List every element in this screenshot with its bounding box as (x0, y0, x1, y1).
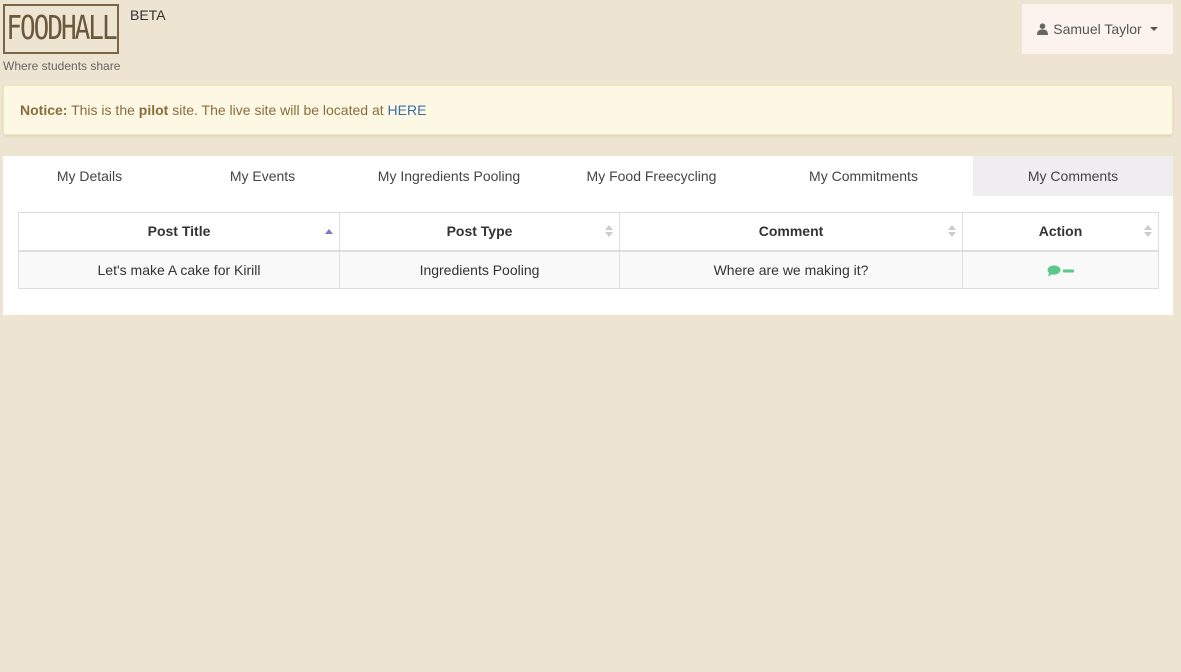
tab-my-details[interactable]: My Details (3, 156, 176, 196)
column-header-label: Comment (758, 223, 824, 240)
column-header-label: Action (1038, 223, 1083, 240)
tagline: Where students share (3, 59, 121, 73)
logo-text: FOODHALL (6, 10, 117, 48)
column-header-label: Post Type (446, 223, 513, 240)
notice-banner: Notice: This is the pilot site. The live… (3, 85, 1173, 135)
profile-panel: My Details My Events My Ingredients Pool… (3, 156, 1173, 315)
beta-label: BETA (130, 7, 166, 23)
tab-my-commitments[interactable]: My Commitments (754, 156, 973, 196)
tab-my-events[interactable]: My Events (176, 156, 349, 196)
tab-my-comments[interactable]: My Comments (973, 156, 1173, 196)
page: FOODHALL BETA Where students share Samue… (0, 0, 1181, 672)
site-logo[interactable]: FOODHALL (3, 4, 119, 54)
table-header-row: Post Title Post Type Comment Action (18, 212, 1159, 252)
column-header-label: Post Title (147, 223, 211, 240)
table-row: Let's make A cake for Kirill Ingredients… (18, 250, 1159, 289)
sort-icon (1144, 225, 1152, 238)
tab-bar: My Details My Events My Ingredients Pool… (3, 156, 1173, 196)
cell-post-title: Let's make A cake for Kirill (18, 250, 340, 289)
comment-icon[interactable] (1047, 265, 1061, 277)
tab-my-ingredients-pooling[interactable]: My Ingredients Pooling (349, 156, 549, 196)
column-header-comment[interactable]: Comment (619, 212, 963, 252)
column-header-post-type[interactable]: Post Type (339, 212, 620, 252)
minus-icon[interactable] (1062, 265, 1075, 277)
cell-action (962, 250, 1159, 289)
sort-ascending-icon (325, 225, 333, 237)
sort-icon (605, 225, 613, 238)
user-name: Samuel Taylor (1053, 21, 1142, 37)
caret-down-icon (1149, 27, 1158, 31)
notice-bold-word: pilot (138, 102, 169, 118)
comments-table: Post Title Post Type Comment Action Let'… (18, 212, 1159, 289)
column-header-action[interactable]: Action (962, 212, 1159, 252)
tab-my-food-freecycling[interactable]: My Food Freecycling (549, 156, 754, 196)
comments-table-wrap: Post Title Post Type Comment Action Let'… (18, 212, 1159, 289)
notice-link[interactable]: HERE (388, 102, 427, 118)
cell-post-type: Ingredients Pooling (339, 250, 620, 289)
cell-comment: Where are we making it? (619, 250, 963, 289)
sort-icon (948, 225, 956, 238)
user-icon (1037, 23, 1049, 35)
action-group (1047, 265, 1075, 277)
notice-text-after: site. The live site will be located at (168, 102, 388, 118)
notice-text-before: This is the (67, 102, 139, 118)
notice-label: Notice: (20, 102, 68, 118)
user-menu-button[interactable]: Samuel Taylor (1022, 4, 1173, 54)
column-header-post-title[interactable]: Post Title (18, 212, 340, 252)
